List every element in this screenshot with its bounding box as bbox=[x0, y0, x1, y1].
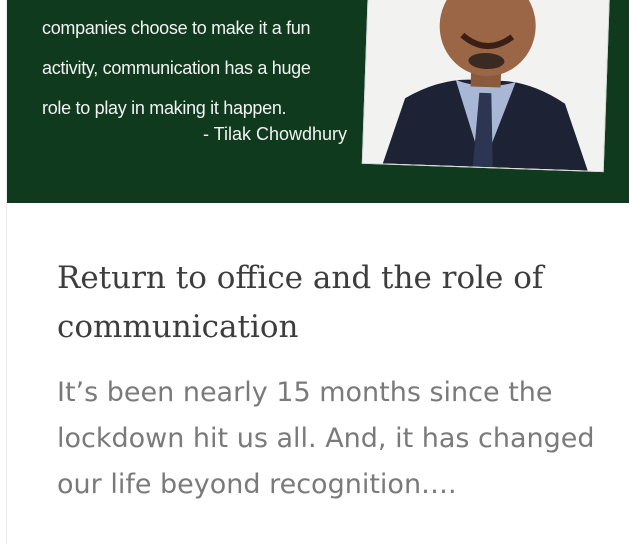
quote-line: activity, communication has a huge bbox=[42, 58, 311, 78]
article-title[interactable]: Return to office and the role of communi… bbox=[57, 254, 577, 352]
featured-image-banner[interactable]: companies choose to make it a fun activi… bbox=[7, 0, 629, 203]
quote-text: companies choose to make it a fun activi… bbox=[42, 8, 342, 128]
quote-author: - Tilak Chowdhury bbox=[203, 124, 348, 144]
portrait-image bbox=[362, 0, 610, 172]
quote-line: role to play in making it happen. bbox=[42, 98, 287, 118]
author-photo bbox=[361, 0, 611, 173]
article-excerpt: It’s been nearly 15 months since the loc… bbox=[57, 377, 595, 500]
article-card[interactable]: companies choose to make it a fun activi… bbox=[6, 0, 629, 544]
quote-line: companies choose to make it a fun bbox=[42, 18, 311, 38]
